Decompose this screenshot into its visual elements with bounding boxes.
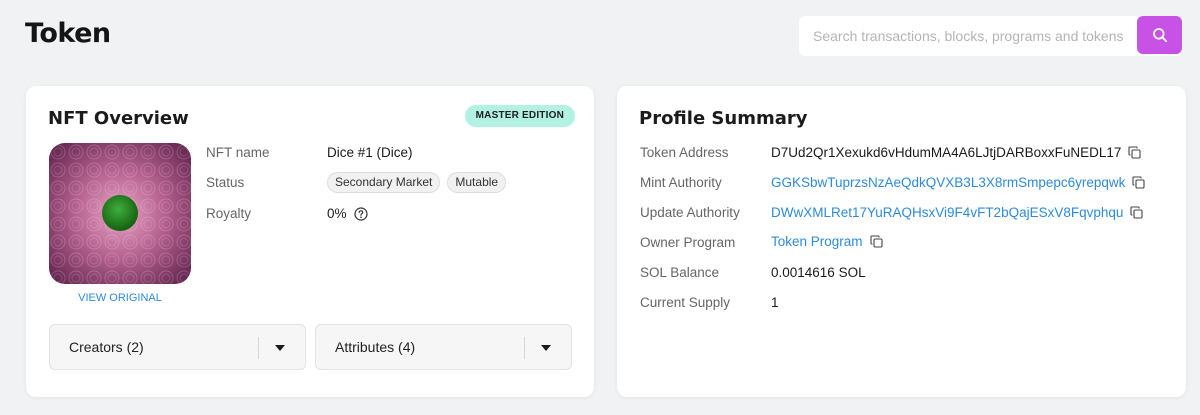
- current-supply-label: Current Supply: [640, 295, 731, 310]
- current-supply-value: 1: [771, 295, 779, 310]
- mint-authority-label: Mint Authority: [640, 175, 722, 190]
- update-authority-label: Update Authority: [640, 205, 740, 220]
- master-edition-badge: MASTER EDITION: [464, 105, 575, 127]
- sol-balance-label: SOL Balance: [640, 265, 720, 280]
- search-button[interactable]: [1137, 16, 1182, 54]
- attributes-accordion[interactable]: Attributes (4): [315, 324, 572, 370]
- copy-icon[interactable]: [1130, 206, 1143, 219]
- page-title: Token: [25, 18, 111, 49]
- nft-overview-title: NFT Overview: [48, 108, 189, 129]
- status-chip-mutable: Mutable: [447, 172, 507, 193]
- copy-icon[interactable]: [1128, 146, 1141, 159]
- profile-summary-card: Profile Summary Token Address D7Ud2Qr1Xe…: [617, 86, 1186, 397]
- view-original-link[interactable]: VIEW ORIGINAL: [49, 292, 191, 304]
- nft-overview-card: NFT Overview MASTER EDITION VIEW ORIGINA…: [26, 86, 594, 397]
- nft-name-value: Dice #1 (Dice): [327, 145, 413, 160]
- copy-icon[interactable]: [1132, 176, 1145, 189]
- update-authority-link[interactable]: DWwXMLRet17YuRAQHsxVi9F4vFT2bQajESxV8Fqv…: [771, 205, 1123, 220]
- help-icon[interactable]: [353, 206, 368, 221]
- nft-name-label: NFT name: [206, 145, 270, 160]
- mint-authority-link[interactable]: GGKSbwTuprzsNzAeQdkQVXB3L3X8rmSmpepc6yre…: [771, 175, 1125, 190]
- attributes-accordion-label: Attributes (4): [335, 339, 416, 355]
- caret-down-icon: [275, 345, 285, 351]
- nft-image[interactable]: [49, 143, 191, 284]
- royalty-value-group: 0%: [327, 206, 368, 221]
- royalty-label: Royalty: [206, 206, 252, 221]
- divider: [258, 337, 259, 359]
- profile-summary-title: Profile Summary: [639, 108, 808, 129]
- update-authority-group: DWwXMLRet17YuRAQHsxVi9F4vFT2bQajESxV8Fqv…: [771, 205, 1143, 220]
- sol-balance-value: 0.0014616 SOL: [771, 265, 866, 280]
- status-chip-secondary-market: Secondary Market: [327, 172, 441, 193]
- status-chips: Secondary Market Mutable: [327, 172, 507, 193]
- token-address-label: Token Address: [640, 145, 729, 160]
- caret-down-icon: [541, 345, 551, 351]
- copy-icon[interactable]: [869, 235, 883, 248]
- search-input[interactable]: [799, 16, 1183, 56]
- owner-program-group: Token Program: [771, 234, 883, 249]
- divider: [524, 337, 525, 359]
- status-label: Status: [206, 175, 245, 190]
- token-address-group: D7Ud2Qr1Xexukd6vHdumMA4A6LJtjDARBoxxFuNE…: [771, 145, 1141, 160]
- creators-accordion-label: Creators (2): [69, 339, 144, 355]
- creators-accordion[interactable]: Creators (2): [49, 324, 306, 370]
- search-bar: [799, 16, 1183, 56]
- mint-authority-group: GGKSbwTuprzsNzAeQdkQVXB3L3X8rmSmpepc6yre…: [771, 175, 1145, 190]
- royalty-value: 0%: [327, 206, 347, 221]
- token-address-value: D7Ud2Qr1Xexukd6vHdumMA4A6LJtjDARBoxxFuNE…: [771, 145, 1122, 160]
- search-icon: [1152, 28, 1167, 43]
- owner-program-link[interactable]: Token Program: [771, 234, 863, 249]
- owner-program-label: Owner Program: [640, 235, 736, 250]
